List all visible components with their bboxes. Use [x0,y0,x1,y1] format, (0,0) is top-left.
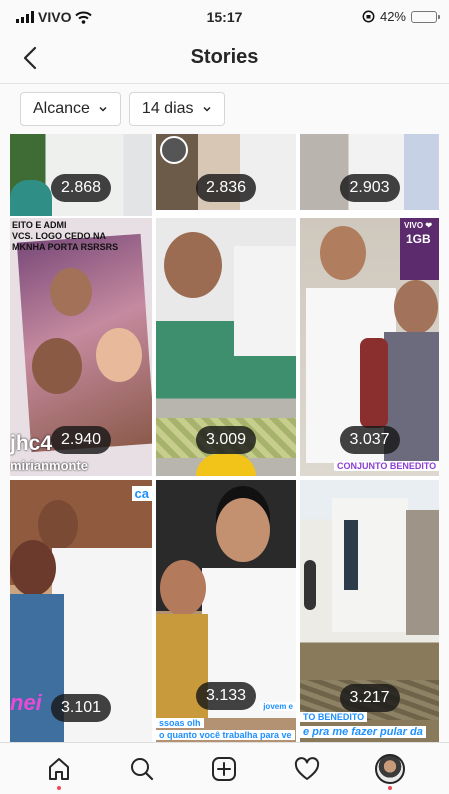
story-photo [360,338,388,428]
tab-activity[interactable] [287,749,327,789]
metric-filter-dropdown[interactable]: Alcance [20,92,121,126]
story-reach-count: 2.940 [50,426,112,454]
battery-info: 42% [362,9,440,24]
profile-avatar [374,753,405,784]
notification-dot [57,785,62,790]
story-reach-count: 2.903 [339,174,400,202]
story-reach-count: 3.133 [195,682,257,710]
activity-heart-icon [294,756,320,780]
story-tile[interactable]: EITO E ADMI VCS. LOGO CEDO NA MKNHA PORT… [10,218,152,476]
story-tile[interactable]: jovem e ssoas olh o quanto você trabalha… [156,480,296,742]
story-photo [50,268,92,316]
story-photo [394,280,438,334]
story-photo [320,226,366,280]
story-tile[interactable]: TO BENEDITO e pra me fazer pular da 3.21… [300,480,439,742]
story-tile[interactable]: 3.009 [156,218,296,476]
story-reach-count: 2.868 [50,174,112,202]
tab-home[interactable] [39,749,79,790]
tab-search[interactable] [122,749,162,789]
period-filter-dropdown[interactable]: 14 dias [128,92,225,126]
story-caption: nei [10,690,42,715]
story-caption: TO BENEDITO [300,712,368,722]
story-photo [304,560,316,610]
orientation-lock-icon [362,10,375,23]
story-caption [300,210,439,216]
chevron-down-icon [202,106,211,112]
story-tile[interactable]: 2.868 [10,134,152,216]
story-reach-count: 2.836 [195,174,257,202]
story-caption: ca [131,486,152,501]
story-caption: o quanto você trabalha para ve [156,730,295,740]
story-reach-count: 3.101 [50,694,112,722]
battery-icon [411,10,440,23]
story-caption: VIVO ❤ [404,221,433,230]
story-photo [196,454,256,476]
story-photo [32,338,82,394]
story-photo [160,136,188,164]
story-reach-count: 3.037 [339,426,400,454]
filter-bar: Alcance 14 dias [0,84,449,134]
search-icon [130,757,153,780]
stories-grid: 2.868 2.836 2.903 EITO E ADMI VCS. LOGO … [10,134,439,742]
story-photo [10,540,56,596]
story-caption: mirianmonte [10,458,89,473]
story-tile[interactable]: VIVO ❤ 1GB CONJUNTO BENEDITO B 3.037 [300,218,439,476]
metric-filter-label: Alcance [33,100,90,117]
story-photo [164,232,222,298]
story-caption: CONJUNTO BENEDITO B [334,461,439,471]
story-photo [160,560,206,616]
status-bar: VIVO 15:17 42% [0,0,449,32]
story-caption: VCS. LOGO CEDO NA [12,231,107,241]
tab-new-post[interactable] [204,749,244,789]
story-photo [234,246,296,356]
page-title: Stories [190,46,259,68]
chevron-down-icon [99,106,107,112]
tab-profile[interactable] [370,749,410,790]
nav-bar: Stories [0,32,449,84]
new-post-icon [212,756,237,781]
story-tile[interactable]: 2.903 [300,134,439,216]
story-photo [10,594,64,742]
story-reach-count: 3.217 [339,684,400,712]
story-tile[interactable]: ca nei 3.101 [10,480,152,742]
tab-bar [0,742,449,794]
story-photo [96,328,142,382]
battery-percent: 42% [379,9,406,24]
story-photo [216,498,270,562]
story-caption: MKNHA PORTA RSRSRS [12,242,119,252]
notification-dot [387,785,392,790]
period-filter-label: 14 dias [141,100,194,117]
story-photo [10,180,52,216]
story-reach-count: 3.009 [195,426,257,454]
story-caption: jhc4 [10,432,53,455]
story-caption: 1GB [406,232,431,246]
story-caption: jovem e [260,702,296,711]
story-caption [156,210,296,216]
story-caption: e pra me fazer pular da [300,726,426,738]
story-photo [344,520,358,590]
story-tile[interactable]: 2.836 [156,134,296,216]
story-caption: EITO E ADMI [12,220,67,230]
home-icon [49,757,70,780]
story-photo [406,510,439,635]
story-caption: ssoas olh [156,718,204,728]
